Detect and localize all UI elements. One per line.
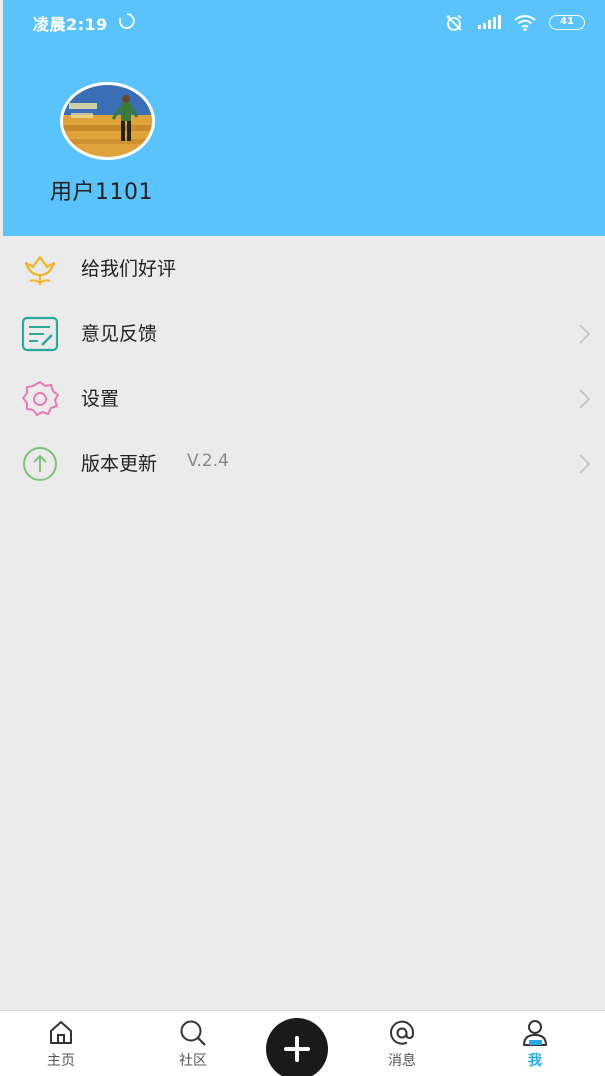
wifi-icon [514, 14, 536, 31]
tab-home[interactable]: 主页 [21, 1011, 101, 1076]
profile-header: 凌晨2:19 41 用户1101 [3, 0, 605, 236]
chevron-right-icon [579, 324, 591, 344]
home-icon [50, 1021, 72, 1044]
alarm-off-icon [446, 14, 462, 31]
menu-item-version-update[interactable]: 版本更新 V.2.4 [0, 431, 605, 496]
status-time: 凌晨2:19 [33, 15, 108, 34]
menu-label-rate-us: 给我们好评 [81, 258, 177, 280]
search-icon [180, 1020, 206, 1046]
tab-label-me: 我 [528, 1053, 542, 1069]
menu-label-version-update: 版本更新 [81, 453, 158, 475]
user-profile-icon [523, 1020, 547, 1046]
status-indicators: 41 [444, 12, 585, 32]
avatar-photo [63, 85, 152, 157]
flower-icon [24, 255, 56, 285]
settings-gear-icon [22, 381, 59, 416]
menu-item-settings[interactable]: 设置 [0, 366, 605, 431]
loading-spinner-icon [118, 13, 135, 29]
settings-menu: 给我们好评 意见反馈 设置 版本更新 V.2.4 [0, 236, 605, 496]
tab-label-home: 主页 [47, 1053, 75, 1069]
tab-me[interactable]: 我 [495, 1011, 575, 1076]
menu-label-settings: 设置 [81, 388, 120, 410]
chevron-right-icon [579, 454, 591, 474]
version-number: V.2.4 [187, 451, 229, 471]
add-post-button[interactable] [266, 1018, 328, 1076]
battery-indicator: 41 [549, 15, 585, 30]
tab-label-community: 社区 [179, 1053, 207, 1069]
menu-label-feedback: 意见反馈 [81, 323, 158, 345]
menu-item-feedback[interactable]: 意见反馈 [0, 301, 605, 366]
menu-item-rate-us[interactable]: 给我们好评 [0, 236, 605, 301]
username: 用户1101 [50, 180, 153, 205]
chevron-right-icon [579, 389, 591, 409]
tab-label-messages: 消息 [388, 1053, 416, 1069]
status-bar: 凌晨2:19 41 [3, 0, 605, 44]
feedback-icon [21, 316, 59, 352]
avatar[interactable] [60, 82, 155, 160]
bottom-tab-bar: 主页 社区 消息 我 [0, 1010, 605, 1076]
at-sign-icon [390, 1020, 415, 1045]
tab-community[interactable]: 社区 [153, 1011, 233, 1076]
upload-arrow-icon [23, 447, 57, 481]
tab-messages[interactable]: 消息 [362, 1011, 442, 1076]
signal-icon [477, 14, 501, 29]
